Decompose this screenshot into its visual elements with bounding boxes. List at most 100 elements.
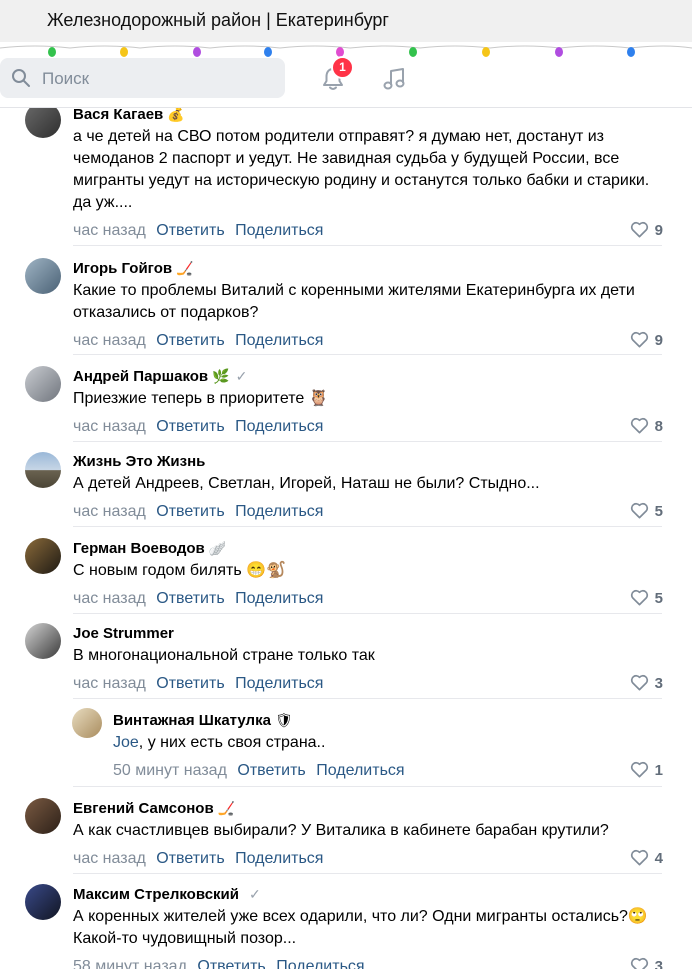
like-button[interactable]: 9 — [630, 331, 663, 351]
like-button[interactable]: 9 — [630, 221, 663, 241]
reply-button[interactable]: Ответить — [156, 503, 224, 520]
comment-author[interactable]: Евгений Самсонов 🏒 — [73, 799, 663, 817]
author-badge-icon: 🪽 — [208, 540, 227, 556]
window-title: Железнодорожный район | Екатеринбург — [47, 10, 389, 30]
mention-link[interactable]: Joe — [113, 734, 139, 751]
heart-icon — [630, 674, 648, 691]
comment-author[interactable]: Joe Strummer — [73, 624, 663, 642]
like-count: 9 — [654, 222, 663, 239]
comment-time[interactable]: час назад — [73, 222, 146, 239]
comment-author[interactable]: Герман Воеводов 🪽 — [73, 539, 663, 557]
author-badge-icon: 🌿 — [212, 368, 230, 384]
comment-author[interactable]: Андрей Паршаков 🌿 ✓ — [73, 367, 663, 385]
comment-author[interactable]: Вася Кагаев 💰 — [73, 108, 663, 123]
author-badge-icon: 🏒 — [217, 800, 236, 816]
comment-time[interactable]: час назад — [73, 332, 146, 349]
avatar[interactable] — [25, 108, 61, 138]
like-count: 5 — [654, 503, 663, 520]
avatar[interactable] — [25, 452, 61, 488]
comments-feed: Вася Кагаев 💰 а че детей на СВО потом род… — [0, 108, 692, 969]
share-button[interactable]: Поделиться — [235, 503, 323, 520]
comment-text: В многонациональной стране только так — [73, 647, 375, 664]
comment-meta: час назад Ответить Поделиться 8 — [73, 417, 663, 437]
heart-icon — [630, 417, 648, 434]
verified-check-icon: ✓ — [248, 886, 261, 902]
comment-meta: час назад Ответить Поделиться 4 — [73, 849, 663, 869]
comment-text: А как счастливцев выбирали? У Виталика в… — [73, 822, 609, 839]
like-button[interactable]: 3 — [630, 957, 663, 969]
share-button[interactable]: Поделиться — [235, 418, 323, 435]
comment-text: Joe, у них есть своя страна.. — [113, 734, 326, 751]
comment-meta: час назад Ответить Поделиться 5 — [73, 589, 663, 609]
avatar[interactable] — [25, 258, 61, 294]
window-titlebar: Железнодорожный район | Екатеринбург — [0, 0, 692, 42]
share-button[interactable]: Поделиться — [276, 958, 364, 969]
author-badge-icon: 🏒 — [176, 260, 194, 276]
like-count: 8 — [654, 418, 663, 435]
like-button[interactable]: 1 — [630, 761, 663, 781]
comment-text: Какие то проблемы Виталий с коренными жи… — [73, 282, 635, 321]
comment-time[interactable]: час назад — [73, 503, 146, 520]
like-button[interactable]: 5 — [630, 502, 663, 522]
author-badge-icon: 💰 — [167, 108, 185, 122]
share-button[interactable]: Поделиться — [235, 850, 323, 867]
avatar[interactable] — [25, 366, 61, 402]
divider — [73, 354, 662, 355]
comment-text: С новым годом билять 😁🐒 — [73, 562, 286, 579]
reply-button[interactable]: Ответить — [156, 222, 224, 239]
reply-button[interactable]: Ответить — [156, 675, 224, 692]
avatar[interactable] — [25, 538, 61, 574]
comment-author[interactable]: Винтажная Шкатулка 🛡 — [113, 711, 663, 729]
share-button[interactable]: Поделиться — [235, 332, 323, 349]
comment-time[interactable]: час назад — [73, 850, 146, 867]
comment-time[interactable]: 50 минут назад — [113, 762, 227, 779]
comment-time[interactable]: час назад — [73, 675, 146, 692]
heart-icon — [630, 761, 648, 778]
divider — [73, 873, 662, 874]
like-count: 3 — [654, 958, 663, 969]
like-button[interactable]: 5 — [630, 589, 663, 609]
like-button[interactable]: 4 — [630, 849, 663, 869]
reply-button[interactable]: Ответить — [237, 762, 305, 779]
like-count: 4 — [654, 850, 663, 867]
heart-icon — [630, 589, 648, 606]
like-button[interactable]: 8 — [630, 417, 663, 437]
comment-text: А коренных жителей уже всех одарили, что… — [73, 908, 648, 947]
comment-author[interactable]: Максим Стрелковский ✓ — [73, 885, 663, 903]
music-icon[interactable] — [381, 66, 407, 92]
avatar[interactable] — [72, 708, 102, 738]
like-count: 9 — [654, 332, 663, 349]
comment-time[interactable]: час назад — [73, 590, 146, 607]
comment-text: а че детей на СВО потом родители отправя… — [73, 128, 650, 211]
share-button[interactable]: Поделиться — [235, 675, 323, 692]
share-button[interactable]: Поделиться — [235, 590, 323, 607]
comment-text: Приезжие теперь в приоритете 🦉 — [73, 390, 329, 407]
search-field[interactable]: Поиск — [0, 58, 285, 98]
comment-time[interactable]: 58 минут назад — [73, 958, 187, 969]
reply-button[interactable]: Ответить — [197, 958, 265, 969]
search-icon — [12, 69, 30, 87]
comment-text: А детей Андреев, Светлан, Игорей, Наташ … — [73, 475, 540, 492]
comment-author[interactable]: Игорь Гойгов 🏒 — [73, 259, 663, 277]
avatar[interactable] — [25, 623, 61, 659]
reply-button[interactable]: Ответить — [156, 418, 224, 435]
reply-button[interactable]: Ответить — [156, 590, 224, 607]
share-button[interactable]: Поделиться — [316, 762, 404, 779]
reply-button[interactable]: Ответить — [156, 332, 224, 349]
like-count: 3 — [654, 675, 663, 692]
search-placeholder: Поиск — [42, 69, 90, 88]
heart-icon — [630, 221, 648, 238]
like-count: 1 — [654, 762, 663, 779]
notifications-badge: 1 — [331, 56, 354, 79]
comment-time[interactable]: час назад — [73, 418, 146, 435]
avatar[interactable] — [25, 798, 61, 834]
comment-meta: час назад Ответить Поделиться 9 — [73, 331, 663, 351]
reply-button[interactable]: Ответить — [156, 850, 224, 867]
comment-meta: час назад Ответить Поделиться 9 — [73, 221, 663, 241]
comment-author[interactable]: Жизнь Это Жизнь — [73, 452, 663, 470]
like-button[interactable]: 3 — [630, 674, 663, 694]
avatar[interactable] — [25, 884, 61, 920]
comment-meta: час назад Ответить Поделиться 3 — [73, 674, 663, 694]
divider — [73, 613, 662, 614]
share-button[interactable]: Поделиться — [235, 222, 323, 239]
